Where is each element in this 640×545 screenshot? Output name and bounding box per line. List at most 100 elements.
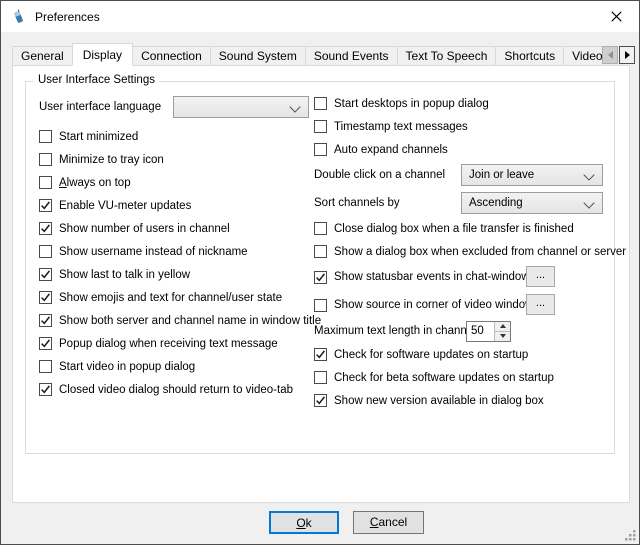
checkbox-start-video-in-popup-dialog[interactable] xyxy=(39,360,52,373)
checkbox-label: Show emojis and text for channel/user st… xyxy=(59,292,282,304)
checkbox-label: Start desktops in popup dialog xyxy=(334,98,489,110)
checkbox-row-show-both-server-and-channel-name-in-window-title: Show both server and channel name in win… xyxy=(39,309,315,332)
checkbox-popup-dialog-when-receiving-text-message[interactable] xyxy=(39,337,52,350)
tab-label: General xyxy=(21,49,64,63)
check-icon xyxy=(40,200,51,211)
checkbox-label: Always on top xyxy=(59,177,131,189)
checkbox-row-show-new-version-available-in-dialog-box: Show new version available in dialog box xyxy=(314,389,614,412)
tab-sound-system[interactable]: Sound System xyxy=(210,46,306,66)
tab-shortcuts[interactable]: Shortcuts xyxy=(495,46,564,66)
ok-button-label: Ok xyxy=(296,516,311,530)
checkbox-check-for-beta-software-updates-on-startup[interactable] xyxy=(314,371,327,384)
dropdown[interactable]: Join or leave xyxy=(461,164,603,186)
checkbox-label: Start video in popup dialog xyxy=(59,361,195,373)
close-button[interactable] xyxy=(594,1,639,31)
tab-general[interactable]: General xyxy=(12,46,73,66)
checkbox-row-timestamp-text-messages: Timestamp text messages xyxy=(314,115,614,138)
title-bar: Preferences xyxy=(1,1,639,32)
checkbox-auto-expand-channels[interactable] xyxy=(314,143,327,156)
checkbox-row-minimize-to-tray-icon: Minimize to tray icon xyxy=(39,148,315,171)
dropdown-value: Ascending xyxy=(469,197,523,209)
combo-label: Double click on a channel xyxy=(314,169,461,181)
tab-label: Text To Speech xyxy=(406,49,488,63)
checkbox-row-enable-vu-meter-updates: Enable VU-meter updates xyxy=(39,194,315,217)
checkbox-enable-vu-meter-updates[interactable] xyxy=(39,199,52,212)
spin-down-button[interactable] xyxy=(495,332,510,341)
checkbox-row-show-last-to-talk-in-yellow: Show last to talk in yellow xyxy=(39,263,315,286)
app-icon xyxy=(11,9,27,25)
language-dropdown[interactable] xyxy=(173,96,309,118)
spin-buttons xyxy=(494,322,510,341)
checkbox-minimize-to-tray-icon[interactable] xyxy=(39,153,52,166)
checkbox-show-source-in-corner-of-video-window[interactable] xyxy=(314,299,327,312)
check-icon xyxy=(40,384,51,395)
checkbox-row-close-dialog-box-when-a-file-transfer-is-finished: Close dialog box when a file transfer is… xyxy=(314,217,614,240)
checkbox-label: Enable VU-meter updates xyxy=(59,200,191,212)
checkbox-show-statusbar-events-in-chat-window[interactable] xyxy=(314,271,327,284)
tab-display[interactable]: Display xyxy=(72,43,133,66)
tab-label: Sound Events xyxy=(314,49,389,63)
tab-label: Video xyxy=(572,49,602,63)
checkbox-show-number-of-users-in-channel[interactable] xyxy=(39,222,52,235)
checkbox-show-new-version-available-in-dialog-box[interactable] xyxy=(314,394,327,407)
tab-label: Display xyxy=(83,48,122,62)
checkbox-row-always-on-top: Always on top xyxy=(39,171,315,194)
combo-row-sort-channels-by: Sort channels by Ascending xyxy=(314,189,614,217)
checkbox-closed-video-dialog-should-return-to-video-tab[interactable] xyxy=(39,383,52,396)
checkbox-row-check-for-beta-software-updates-on-startup: Check for beta software updates on start… xyxy=(314,366,614,389)
checkbox-always-on-top[interactable] xyxy=(39,176,52,189)
ellipsis-button[interactable]: ... xyxy=(526,266,555,287)
check-icon xyxy=(315,349,326,360)
checkbox-row-show-number-of-users-in-channel: Show number of users in channel xyxy=(39,217,315,240)
up-arrow-icon xyxy=(500,324,506,328)
left-column: User interface language Start minimizedM… xyxy=(39,96,315,401)
checkbox-row-auto-expand-channels: Auto expand channels xyxy=(314,138,614,161)
dropdown[interactable]: Ascending xyxy=(461,192,603,214)
resize-grip[interactable] xyxy=(624,529,637,542)
tab-text-to-speech[interactable]: Text To Speech xyxy=(397,46,497,66)
cancel-button-label: Cancel xyxy=(370,515,407,529)
checkbox-start-desktops-in-popup-dialog[interactable] xyxy=(314,97,327,110)
checkbox-row-show-source-in-corner-of-video-window: Show source in corner of video window... xyxy=(314,291,614,319)
spin-up-button[interactable] xyxy=(495,322,510,332)
max-text-length-spinbox[interactable]: 50 xyxy=(466,321,511,342)
checkbox-label: Show last to talk in yellow xyxy=(59,269,190,281)
checkbox-close-dialog-box-when-a-file-transfer-is-finished[interactable] xyxy=(314,222,327,235)
checkbox-label: Show new version available in dialog box xyxy=(334,395,544,407)
check-icon xyxy=(315,395,326,406)
ok-button[interactable]: Ok xyxy=(269,511,339,534)
checkbox-row-show-username-instead-of-nickname: Show username instead of nickname xyxy=(39,240,315,263)
checkbox-label: Timestamp text messages xyxy=(334,121,468,133)
checkbox-label: Show username instead of nickname xyxy=(59,246,248,258)
checkbox-show-a-dialog-box-when-excluded-from-channel-or-server[interactable] xyxy=(314,245,327,258)
tab-label: Connection xyxy=(141,49,202,63)
checkbox-show-emojis-and-text-for-channel-user-state[interactable] xyxy=(39,291,52,304)
language-label: User interface language xyxy=(39,101,173,113)
checkbox-show-both-server-and-channel-name-in-window-title[interactable] xyxy=(39,314,52,327)
left-checkbox-list: Start minimizedMinimize to tray iconAlwa… xyxy=(39,125,315,401)
checkbox-start-minimized[interactable] xyxy=(39,130,52,143)
checkbox-row-closed-video-dialog-should-return-to-video-tab: Closed video dialog should return to vid… xyxy=(39,378,315,401)
close-icon xyxy=(611,11,622,22)
checkbox-show-username-instead-of-nickname[interactable] xyxy=(39,245,52,258)
combo-label: Sort channels by xyxy=(314,197,461,209)
chevron-down-icon xyxy=(583,197,594,208)
checkbox-label: Show a dialog box when excluded from cha… xyxy=(334,246,626,258)
cancel-button[interactable]: Cancel xyxy=(353,511,424,534)
tab-connection[interactable]: Connection xyxy=(132,46,211,66)
tab-video[interactable]: Video xyxy=(563,46,602,66)
tab-scroll-right-button[interactable] xyxy=(619,46,635,64)
check-icon xyxy=(40,223,51,234)
ellipsis-button[interactable]: ... xyxy=(526,294,555,315)
checkbox-show-last-to-talk-in-yellow[interactable] xyxy=(39,268,52,281)
chevron-down-icon xyxy=(289,101,300,112)
window-title: Preferences xyxy=(35,10,100,24)
tab-label: Sound System xyxy=(219,49,297,63)
check-icon xyxy=(40,315,51,326)
tab-scroll-left-button[interactable] xyxy=(602,46,618,64)
checkbox-check-for-software-updates-on-startup[interactable] xyxy=(314,348,327,361)
spin-value: 50 xyxy=(467,322,494,341)
tab-sound-events[interactable]: Sound Events xyxy=(305,46,398,66)
tab-label: Shortcuts xyxy=(504,49,555,63)
checkbox-timestamp-text-messages[interactable] xyxy=(314,120,327,133)
